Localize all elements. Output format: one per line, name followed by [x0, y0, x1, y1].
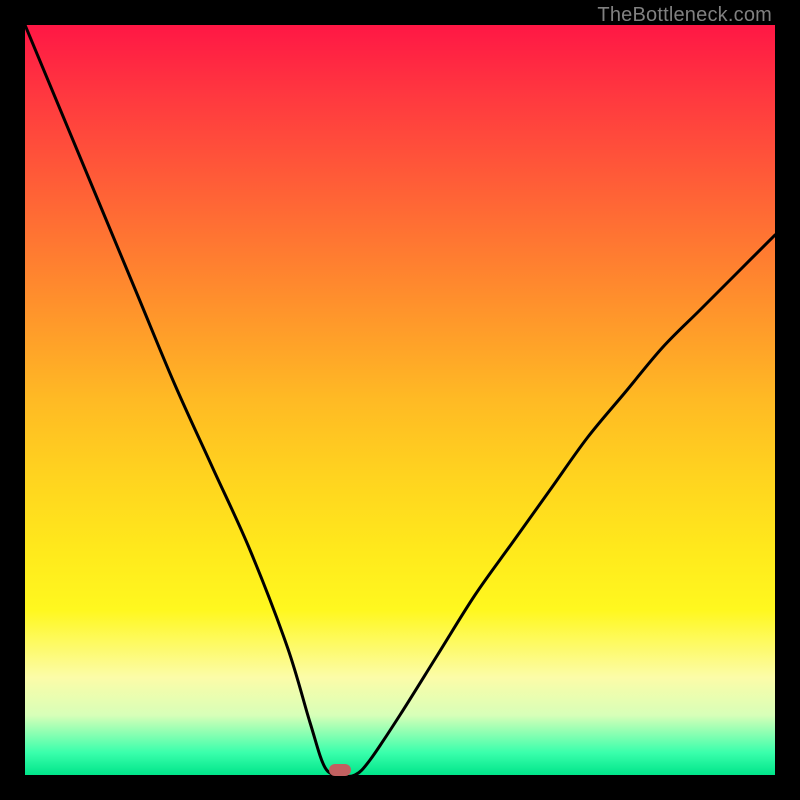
optimal-point-marker [329, 764, 351, 776]
bottleneck-curve [25, 25, 775, 775]
plot-area [25, 25, 775, 775]
chart-frame: TheBottleneck.com [0, 0, 800, 800]
watermark-text: TheBottleneck.com [597, 4, 772, 27]
